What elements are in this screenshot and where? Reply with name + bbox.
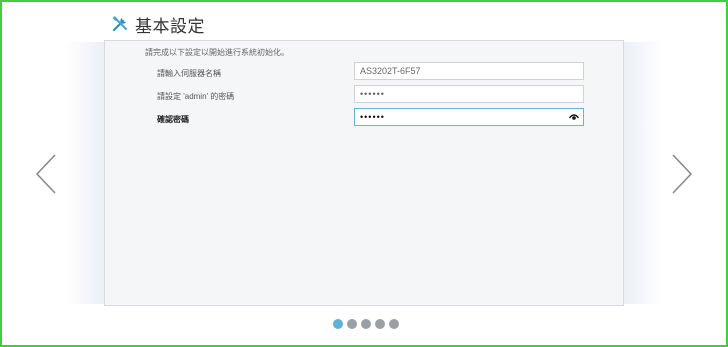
panel-shadow-left [66,42,106,304]
tools-icon [111,15,129,33]
server-name-label: 請輸入伺服器名稱 [157,69,221,78]
next-arrow-icon[interactable] [670,153,694,195]
confirm-password-label: 確認密碼 [157,115,189,124]
confirm-password-input[interactable]: •••••• [354,108,584,126]
intro-text: 請完成以下設定以開始進行系統初始化。 [145,48,289,57]
server-name-input[interactable] [354,62,584,80]
eye-icon[interactable] [568,108,580,126]
page-dot[interactable] [347,319,357,329]
admin-password-label: 請設定 'admin' 的密碼 [157,92,235,101]
previous-arrow-icon[interactable] [34,153,58,195]
page-dot[interactable] [333,319,343,329]
page-dot[interactable] [389,319,399,329]
page-dot[interactable] [375,319,385,329]
page-dot[interactable] [361,319,371,329]
panel-shadow-right [622,42,662,304]
setup-panel: 請完成以下設定以開始進行系統初始化。 請輸入伺服器名稱 請設定 'admin' … [104,40,624,306]
page-indicator [333,319,399,329]
page-title: 基本設定 [135,16,205,36]
admin-password-input[interactable]: •••••• [354,85,584,103]
page-header: 基本設定 [111,13,205,36]
